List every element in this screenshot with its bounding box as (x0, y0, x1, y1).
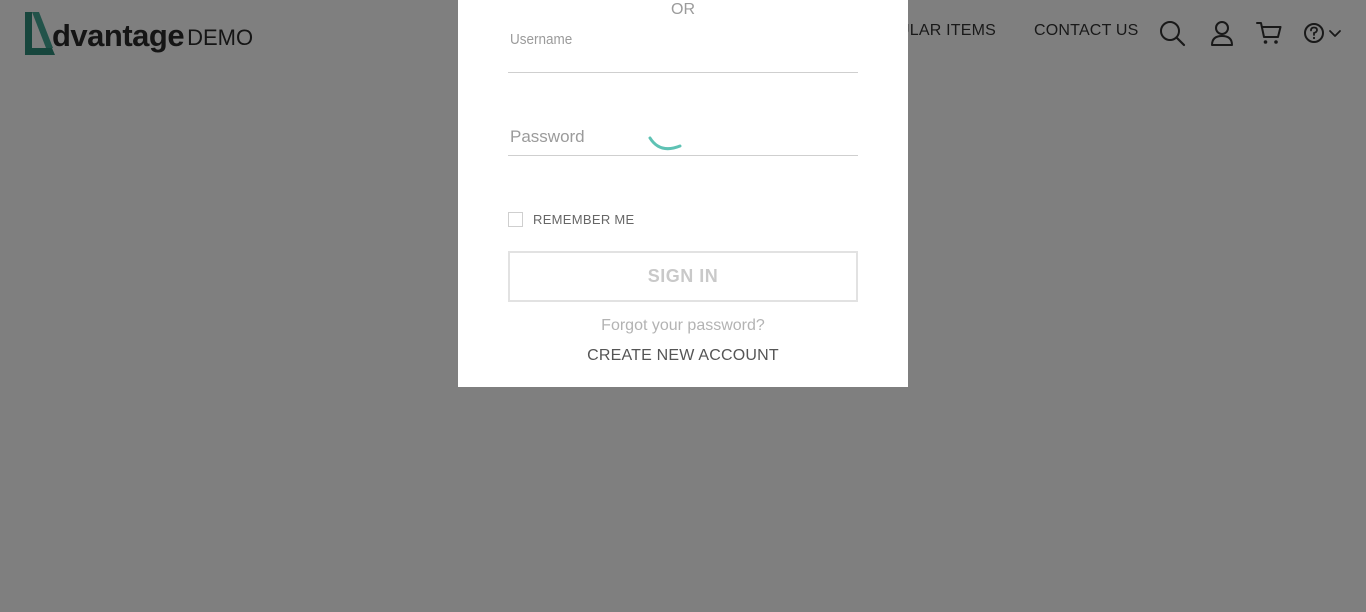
loading-spinner-icon (648, 136, 682, 151)
sign-in-button[interactable]: SIGN IN (508, 251, 858, 302)
username-input[interactable] (508, 46, 858, 70)
create-account-link[interactable]: CREATE NEW ACCOUNT (458, 347, 908, 365)
login-modal: OR Username Password REMEMBER ME SIGN IN… (458, 0, 908, 387)
remember-me-checkbox[interactable] (508, 212, 523, 227)
remember-me-option[interactable]: REMEMBER ME (508, 212, 635, 227)
or-divider-text: OR (671, 1, 695, 18)
forgot-password-link[interactable]: Forgot your password? (458, 317, 908, 335)
remember-me-label[interactable]: REMEMBER ME (533, 212, 635, 227)
username-field[interactable]: Username (508, 26, 858, 73)
